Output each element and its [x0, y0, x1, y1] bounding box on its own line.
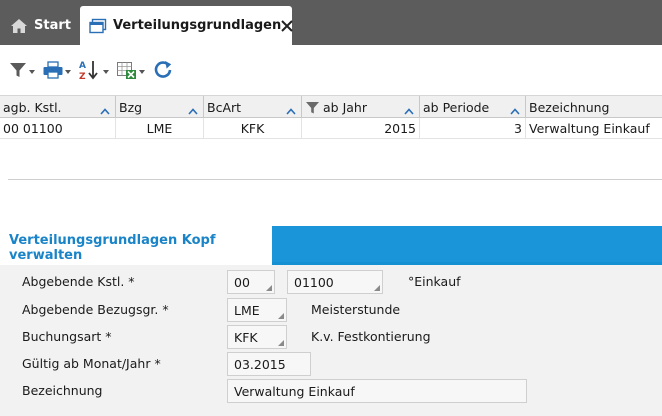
export-excel-icon [116, 60, 138, 80]
sort-ascending-icon [100, 103, 110, 118]
tab-start[interactable]: Start [0, 6, 78, 45]
form-row-bezeichnung: Bezeichnung Verwaltung Einkauf [0, 379, 662, 403]
gueltig-ab-input[interactable]: 03.2015 [227, 352, 311, 376]
grid-header: agb. Kstl. Bzg BcArt ab Jahr ab Periode … [0, 95, 662, 118]
form-row-gueltig: Gültig ab Monat/Jahr * 03.2015 [0, 352, 662, 376]
cell-bcart: KFK [204, 118, 302, 138]
chevron-down-icon [139, 70, 145, 74]
form-row-kstl: Abgebende Kstl. * 00 01100 °Einkauf [0, 270, 662, 294]
kstl-prefix-dropdown[interactable]: 00 [227, 270, 275, 294]
sort-button[interactable]: A Z [78, 57, 109, 83]
bezugsgr-description: Meisterstunde [311, 302, 401, 317]
column-header-ab-jahr[interactable]: ab Jahr [302, 96, 420, 118]
sort-ascending-icon [404, 103, 414, 118]
cell-ab-jahr: 2015 [302, 118, 420, 138]
toolbar: A Z [0, 45, 662, 95]
tab-start-label: Start [34, 18, 71, 33]
field-label: Abgebende Bezugsgr. * [22, 302, 169, 317]
svg-text:A: A [79, 61, 86, 71]
filter-button[interactable] [8, 57, 35, 83]
chevron-down-icon [29, 70, 35, 74]
field-label: Buchungsart * [22, 329, 112, 344]
kstl-description: °Einkauf [408, 274, 461, 289]
column-header-bcart[interactable]: BcArt [204, 96, 302, 118]
form-row-buchungsart: Buchungsart * KFK K.v. Festkontierung [0, 325, 662, 349]
print-button[interactable] [42, 57, 71, 83]
column-label: BcArt [207, 99, 242, 115]
sort-ascending-icon [510, 103, 520, 118]
tab-bar: Start Verteilungsgrundlagen [0, 0, 662, 45]
refresh-icon [152, 59, 174, 81]
field-label: Abgebende Kstl. * [22, 274, 135, 289]
cell-bzg: LME [116, 118, 204, 138]
column-header-bezeichnung[interactable]: Bezeichnung [526, 96, 662, 118]
window-icon [89, 18, 107, 34]
kstl-dropdown[interactable]: 01100 [287, 270, 383, 294]
svg-text:Z: Z [79, 72, 86, 81]
panel-tab-kopf-verwalten[interactable]: Verteilungsgrundlagen Kopf verwalten [0, 231, 272, 265]
close-icon[interactable] [281, 16, 293, 36]
print-icon [42, 60, 64, 80]
tab-label: Verteilungsgrundlagen [113, 18, 282, 33]
cell-kstl: 00 01100 [0, 118, 116, 138]
buchungsart-dropdown[interactable]: KFK [227, 325, 287, 349]
column-label: Bzg [119, 99, 143, 115]
column-label: ab Jahr [323, 99, 367, 115]
home-icon [10, 18, 34, 34]
column-header-kstl[interactable]: agb. Kstl. [0, 96, 116, 118]
cell-ab-periode: 3 [420, 118, 526, 138]
buchungsart-description: K.v. Festkontierung [311, 329, 431, 344]
column-header-ab-periode[interactable]: ab Periode [420, 96, 526, 118]
column-label: agb. Kstl. [3, 99, 62, 115]
filter-icon [8, 60, 28, 80]
column-header-bzg[interactable]: Bzg [116, 96, 204, 118]
horizontal-scrollbar[interactable] [8, 179, 662, 180]
cell-bezeichnung: Verwaltung Einkauf [529, 120, 650, 136]
sort-az-icon: A Z [78, 59, 102, 81]
data-grid: agb. Kstl. Bzg BcArt ab Jahr ab Periode … [0, 95, 662, 225]
form-row-bezugsgr: Abgebende Bezugsgr. * LME Meisterstunde [0, 298, 662, 322]
panel-header-bar [272, 226, 662, 262]
form-panel: Abgebende Kstl. * 00 01100 °Einkauf Abge… [0, 265, 662, 416]
field-label: Gültig ab Monat/Jahr * [22, 356, 161, 371]
bezeichnung-input[interactable]: Verwaltung Einkauf [227, 379, 527, 403]
column-label: ab Periode [423, 99, 490, 115]
panel-title: Verteilungsgrundlagen Kopf verwalten [9, 233, 216, 263]
chevron-down-icon [65, 70, 71, 74]
column-label: Bezeichnung [529, 99, 610, 115]
sort-ascending-icon [286, 103, 296, 118]
column-filter-icon[interactable] [305, 100, 320, 115]
sort-ascending-icon [188, 103, 198, 118]
table-row[interactable]: 00 01100 LME KFK 2015 3 Verwaltung Einka… [0, 118, 662, 139]
field-label: Bezeichnung [22, 383, 103, 398]
bezugsgr-dropdown[interactable]: LME [227, 298, 287, 322]
export-button[interactable] [116, 57, 145, 83]
chevron-down-icon [103, 70, 109, 74]
tab-verteilungsgrundlagen[interactable]: Verteilungsgrundlagen [80, 6, 293, 45]
refresh-button[interactable] [152, 57, 174, 83]
